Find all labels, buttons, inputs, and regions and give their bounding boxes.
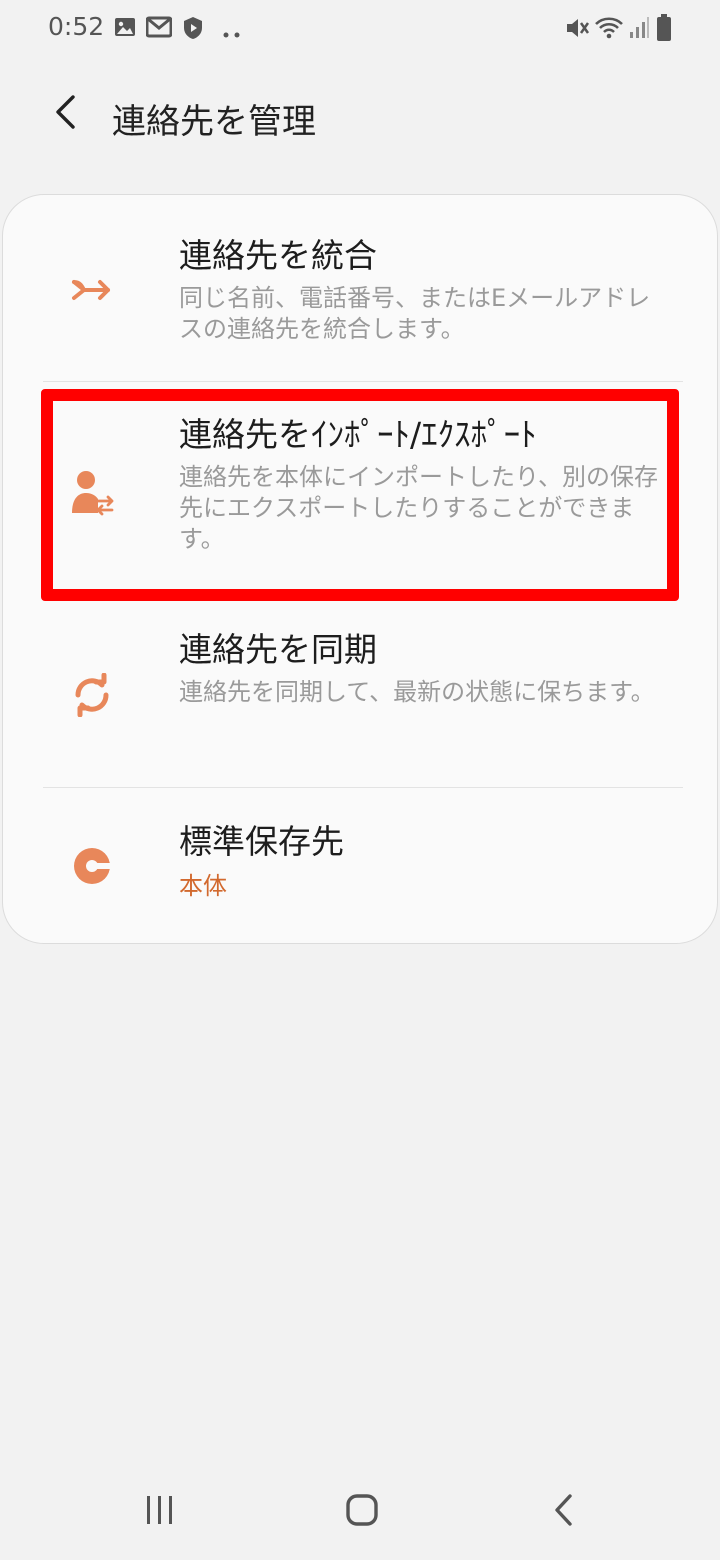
merge-contacts-title: 連絡先を統合 xyxy=(179,236,377,275)
shield-play-icon xyxy=(182,16,204,44)
home-icon xyxy=(345,1493,379,1531)
more-dots-icon xyxy=(222,24,242,43)
app-header: 連絡先を管理 xyxy=(0,70,720,162)
sync-contacts-item[interactable]: 連絡先を同期 連絡先を同期して、最新の状態に保ちます。 xyxy=(3,613,719,783)
home-button[interactable] xyxy=(332,1482,392,1542)
page-title: 連絡先を管理 xyxy=(112,102,316,142)
recent-apps-icon xyxy=(144,1494,176,1530)
sync-contacts-description: 連絡先を同期して、最新の状態に保ちます。 xyxy=(179,678,655,706)
navigation-bar xyxy=(0,1464,720,1560)
chevron-left-icon xyxy=(51,94,81,134)
default-storage-value: 本体 xyxy=(179,872,227,900)
nav-back-button[interactable] xyxy=(534,1482,594,1542)
image-icon xyxy=(114,16,136,42)
wifi-icon xyxy=(594,16,624,44)
battery-icon xyxy=(656,14,672,46)
status-time: 0:52 xyxy=(48,12,105,41)
default-storage-item[interactable]: 標準保存先 本体 xyxy=(3,807,719,927)
mail-icon xyxy=(145,16,173,42)
default-storage-title: 標準保存先 xyxy=(179,822,344,861)
merge-arrow-icon xyxy=(65,263,119,317)
divider xyxy=(43,381,683,382)
merge-contacts-description: 同じ名前、電話番号、またはEメールアドレスの連絡先を統合します。 xyxy=(179,284,651,343)
sync-contacts-title: 連絡先を同期 xyxy=(179,630,377,669)
storage-pie-icon xyxy=(65,839,119,893)
divider xyxy=(43,787,683,788)
highlight-box xyxy=(41,389,679,601)
sync-icon xyxy=(65,668,119,722)
back-icon xyxy=(552,1493,576,1531)
mute-vibrate-icon xyxy=(564,16,590,44)
status-bar: 0:52 xyxy=(0,0,720,60)
recent-apps-button[interactable] xyxy=(130,1482,190,1542)
merge-contacts-item[interactable]: 連絡先を統合 同じ名前、電話番号、またはEメールアドレスの連絡先を統合します。 xyxy=(3,223,719,379)
signal-icon xyxy=(628,16,650,44)
back-button[interactable] xyxy=(36,84,96,144)
